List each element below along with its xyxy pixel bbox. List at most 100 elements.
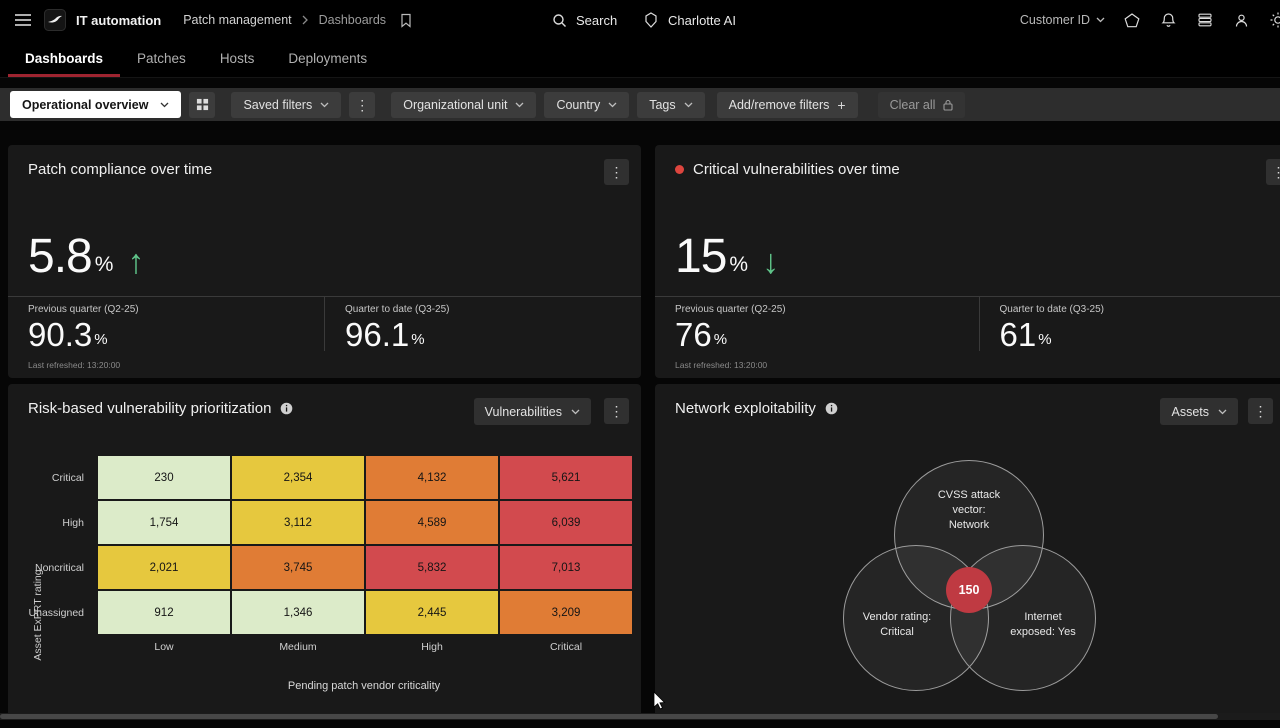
card-critical-vulnerabilities: Critical vulnerabilities over time ⋮ 15 … (655, 145, 1280, 378)
app-title: IT automation (76, 13, 161, 28)
venn-label-internet: Internet exposed: Yes (981, 610, 1105, 640)
clear-all-button[interactable]: Clear all (878, 92, 966, 118)
heatmap-cell[interactable]: 5,621 (500, 456, 632, 499)
assets-dropdown-label: Assets (1171, 405, 1209, 419)
stat-quarter-to-date: Quarter to date (Q3-25) 96.1 % (324, 297, 641, 351)
stat-label: Quarter to date (Q3-25) (345, 304, 621, 315)
heatmap-cell[interactable]: 2,021 (98, 546, 230, 589)
vulnerabilities-dropdown-label: Vulnerabilities (485, 405, 562, 419)
layout-toggle-button[interactable] (189, 92, 215, 118)
heatmap-cell[interactable]: 6,039 (500, 501, 632, 544)
heatmap-cell[interactable]: 7,013 (500, 546, 632, 589)
heatmap: Asset ExPRT rating Critical2302,3544,132… (20, 456, 632, 658)
chevron-down-icon (1096, 17, 1105, 23)
card-network-exploitability: Network exploitability Assets ⋮ CVSS att… (655, 384, 1280, 720)
assets-dropdown[interactable]: Assets (1160, 398, 1238, 425)
heatmap-cell[interactable]: 2,445 (366, 591, 498, 634)
stat-previous-quarter: Previous quarter (Q2-25) 90.3 % (8, 297, 324, 351)
charlotte-ai-label: Charlotte AI (668, 13, 736, 28)
breadcrumb-patch-management[interactable]: Patch management (183, 13, 291, 27)
theme-button[interactable] (1268, 10, 1280, 30)
horizontal-scrollbar[interactable] (0, 713, 1280, 720)
kebab-icon: ⋮ (610, 404, 624, 418)
dashboard-view-label: Operational overview (22, 98, 148, 112)
heatmap-cell[interactable]: 230 (98, 456, 230, 499)
card-kebab-button[interactable]: ⋮ (604, 398, 629, 424)
card-title: Network exploitability (675, 400, 838, 417)
notifications-button[interactable] (1159, 10, 1178, 30)
stat-unit: % (1038, 331, 1051, 348)
status-dot (675, 165, 684, 174)
filter-country[interactable]: Country (544, 92, 629, 118)
stat-value: 76 (675, 318, 712, 351)
card-kebab-button[interactable]: ⋮ (1248, 398, 1273, 424)
card-patch-compliance: Patch compliance over time ⋮ 5.8 % ↑ Pre… (8, 145, 641, 378)
info-icon[interactable] (825, 402, 838, 415)
bell-icon (1161, 12, 1176, 28)
tab-hosts[interactable]: Hosts (203, 40, 272, 77)
sun-icon (1270, 12, 1280, 28)
last-refreshed: Last refreshed: 13:20:00 (28, 360, 120, 370)
breadcrumb: Patch management Dashboards (183, 9, 416, 32)
heatmap-cell[interactable]: 5,832 (366, 546, 498, 589)
stat-quarter-to-date: Quarter to date (Q3-25) 61 % (979, 297, 1280, 351)
heatmap-cell[interactable]: 3,209 (500, 591, 632, 634)
filter-organizational-unit[interactable]: Organizational unit (391, 92, 536, 118)
tab-deployments[interactable]: Deployments (271, 40, 384, 77)
stack-button[interactable] (1195, 11, 1215, 29)
add-remove-filters-button[interactable]: Add/remove filters + (717, 92, 858, 118)
kebab-icon: ⋮ (610, 165, 624, 179)
heatmap-x-axis-label: Pending patch vendor criticality (96, 680, 632, 692)
tab-dashboards[interactable]: Dashboards (8, 40, 120, 77)
saved-filters-dropdown[interactable]: Saved filters (231, 92, 341, 118)
heatmap-cell[interactable]: 1,754 (98, 501, 230, 544)
vulnerabilities-dropdown[interactable]: Vulnerabilities (474, 398, 591, 425)
chevron-down-icon (320, 102, 329, 108)
card-title-text: Patch compliance over time (28, 161, 212, 178)
chevron-down-icon (160, 102, 169, 108)
tab-patches[interactable]: Patches (120, 40, 203, 77)
card-kebab-button[interactable]: ⋮ (1266, 159, 1280, 185)
topbar-right: Customer ID (1020, 0, 1280, 40)
heatmap-y-axis-label: Asset ExPRT rating (32, 535, 44, 695)
venn-diagram: CVSS attack vector: Network Vendor ratin… (845, 448, 1165, 728)
store-button[interactable] (1122, 11, 1142, 30)
customer-id-dropdown[interactable]: Customer ID (1020, 13, 1105, 27)
store-icon (1124, 13, 1140, 28)
heatmap-col-label: Critical (500, 638, 632, 656)
breadcrumb-dashboards[interactable]: Dashboards (319, 13, 386, 27)
card-kebab-button[interactable]: ⋮ (604, 159, 629, 185)
heatmap-cell[interactable]: 4,132 (366, 456, 498, 499)
charlotte-ai-button[interactable]: Charlotte AI (643, 12, 736, 28)
heatmap-cell[interactable]: 4,589 (366, 501, 498, 544)
card-title: Critical vulnerabilities over time (675, 161, 900, 178)
chevron-down-icon (608, 102, 617, 108)
stat-unit: % (94, 331, 107, 348)
info-icon[interactable] (280, 402, 293, 415)
dashboard-view-select[interactable]: Operational overview (10, 91, 181, 118)
kpi-number: 5.8 (28, 233, 92, 281)
filter-tags[interactable]: Tags (637, 92, 704, 118)
user-icon (1234, 13, 1249, 28)
heatmap-cell[interactable]: 3,112 (232, 501, 364, 544)
profile-button[interactable] (1232, 11, 1251, 30)
venn-intersection-value[interactable]: 150 (946, 567, 992, 613)
heatmap-cell[interactable]: 2,354 (232, 456, 364, 499)
heatmap-col-label: High (366, 638, 498, 656)
bookmark-icon (400, 13, 412, 28)
scrollbar-thumb[interactable] (0, 714, 1218, 719)
heatmap-cell[interactable]: 912 (98, 591, 230, 634)
search-label: Search (576, 13, 617, 28)
heatmap-cell[interactable]: 3,745 (232, 546, 364, 589)
kpi-stats: Previous quarter (Q2-25) 90.3 % Quarter … (8, 296, 641, 351)
global-search[interactable]: Search (552, 13, 617, 28)
heatmap-cell[interactable]: 1,346 (232, 591, 364, 634)
card-title-text: Risk-based vulnerability prioritization (28, 400, 271, 417)
stat-label: Previous quarter (Q2-25) (28, 304, 304, 315)
stat-unit: % (714, 331, 727, 348)
bookmark-button[interactable] (396, 9, 416, 32)
hamburger-menu-button[interactable] (10, 9, 36, 31)
kebab-icon: ⋮ (1272, 165, 1280, 179)
card-title-text: Critical vulnerabilities over time (693, 161, 900, 178)
toolbar-kebab-button[interactable]: ⋮ (349, 92, 375, 118)
